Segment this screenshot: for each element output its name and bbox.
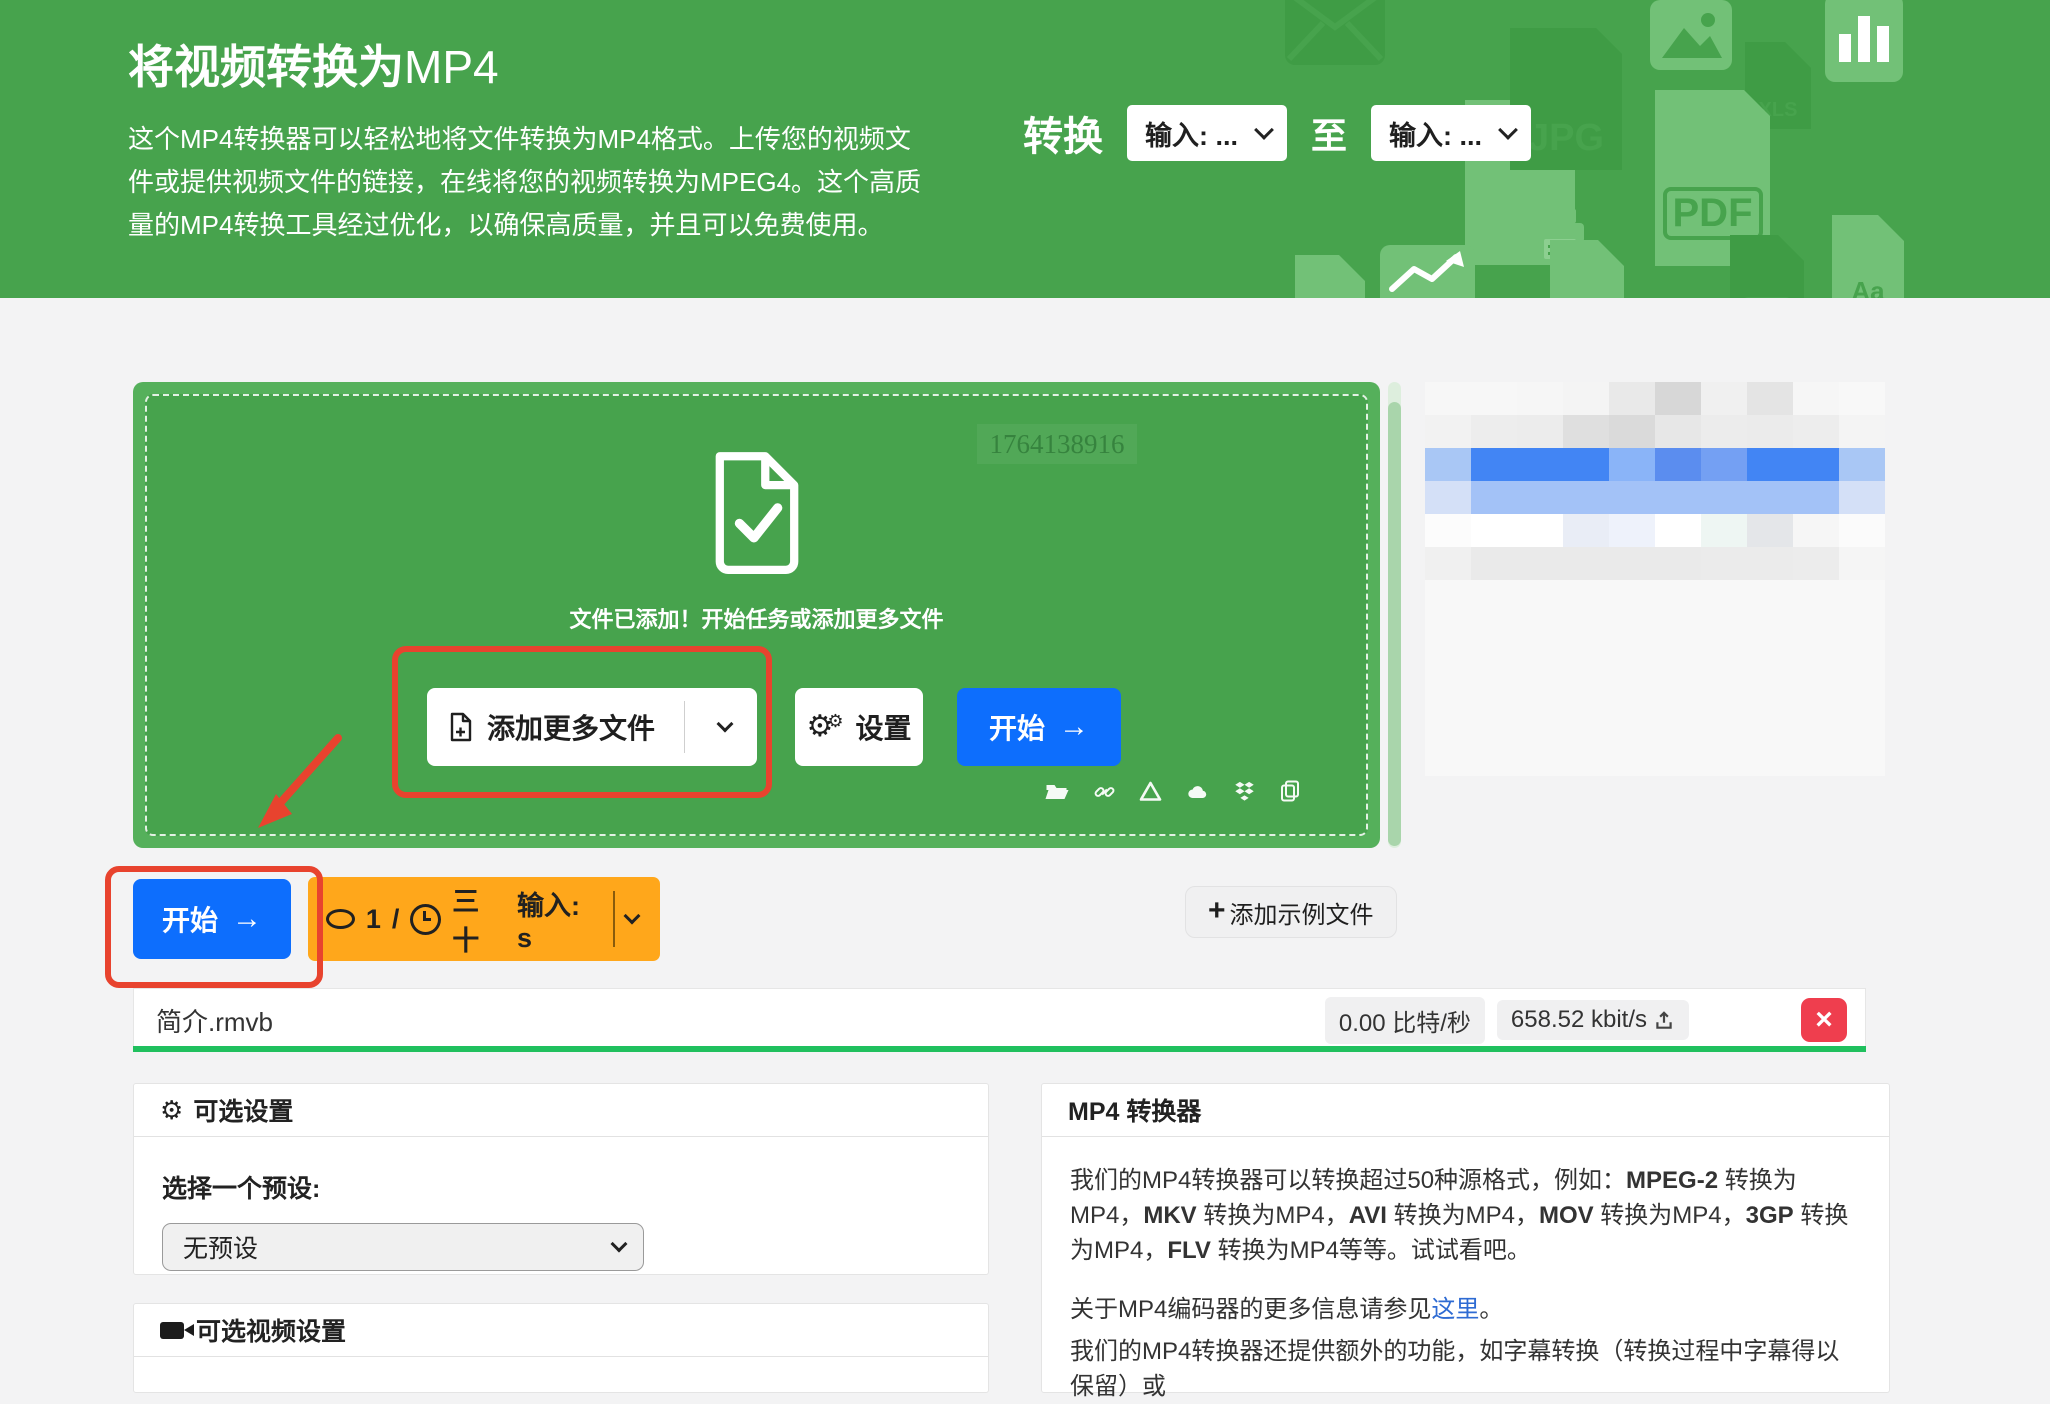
paste-copy-icon[interactable] [1278,779,1302,804]
chevron-down-icon [717,716,734,733]
converter-info-paragraph: 我们的MP4转换器可以转换超过50种源格式，例如：MPEG-2 转换为MP4，M… [1070,1163,1861,1268]
convert-bar: 转换 输入: ... 至 输入: ... [1023,104,1531,162]
input-format-select[interactable]: 输入: ... [1127,105,1287,161]
upload-status-text: 文件已添加！开始任务或添加更多文件 [147,602,1366,634]
dropzone-dashed-border: 1764138916 文件已添加！开始任务或添加更多文件 添加更多文件 ⚙⚙ 设… [145,394,1368,836]
optional-settings-header: ⚙ 可选设置 [134,1084,988,1137]
total-bitrate-badge: 658.52 kbit/s [1497,1000,1689,1040]
file-row: 简介.rmvb 0.00 比特/秒 658.52 kbit/s × [133,988,1866,1052]
file-added-check-icon [709,450,805,579]
picture-icon [1650,0,1732,70]
png-file-icon: PNG [1295,255,1365,298]
add-more-dropdown-toggle[interactable] [699,688,751,766]
folder-open-icon[interactable] [1044,780,1071,804]
output-format-select[interactable]: 输入: ... [1371,105,1531,161]
clock-icon [410,904,441,935]
gears-icon: ⚙⚙ [806,712,843,742]
convert-label: 转换 [1023,104,1103,162]
preset-select[interactable]: 无预设 [162,1223,644,1271]
scrollbar-thumb[interactable] [1388,402,1401,846]
docx-file-icon: DOCX [1550,240,1624,298]
conversion-minutes: 三十 [452,880,506,958]
encoder-info-paragraph: 关于MP4编码器的更多信息请参见这里。 [1070,1292,1861,1327]
scrollbar-track [1388,382,1401,848]
mp4-converter-info-panel: MP4 转换器 我们的MP4转换器可以转换超过50种源格式，例如：MPEG-2 … [1041,1083,1890,1393]
font-file-icon: Aa [1832,215,1904,298]
file-plus-icon [449,712,473,742]
mp4-converter-header: MP4 转换器 [1042,1084,1889,1137]
arrow-right-icon: → [1059,710,1089,744]
page-title: 将视频转换为MP4 [128,37,499,97]
preset-label: 选择一个预设: [162,1169,960,1205]
chevron-down-icon[interactable] [624,908,641,925]
upload-dropzone[interactable]: 1764138916 文件已添加！开始任务或添加更多文件 添加更多文件 ⚙⚙ 设… [133,382,1380,848]
chevron-down-icon [1498,120,1518,140]
settings-button[interactable]: ⚙⚙ 设置 [795,688,923,766]
link-icon[interactable] [1092,780,1117,804]
upload-source-icons [1044,779,1302,804]
onedrive-cloud-icon[interactable] [1184,780,1211,804]
here-link[interactable]: 这里 [1431,1296,1479,1323]
input-seconds-label: 输入: s [517,884,602,954]
video-camera-icon [160,1322,184,1339]
ad-blurred-image [1425,382,1885,580]
chevron-down-icon [1254,120,1274,140]
start-button-bottom[interactable]: 开始 → [133,879,291,959]
google-drive-icon[interactable] [1138,780,1163,804]
gear-icon: ⚙ [160,1097,183,1123]
conversion-counter-pill[interactable]: 1 / 三十 输入: s [308,877,660,961]
arrow-right-icon: → [232,902,262,936]
start-button-top[interactable]: 开始 → [957,688,1121,766]
envelope-icon [1285,0,1385,65]
ad-placeholder [1425,382,1885,776]
watermark: 1764138916 [977,424,1137,464]
file-name: 简介.rmvb [156,1002,273,1039]
conversion-count: 1 [366,904,381,935]
tiff-file-icon: TIFF [1730,235,1804,298]
to-label: 至 [1311,107,1347,159]
remove-file-button[interactable]: × [1801,998,1847,1042]
chevron-down-icon [611,1236,628,1253]
dropbox-icon[interactable] [1232,780,1257,804]
coin-icon [326,909,355,929]
current-bitrate-badge: 0.00 比特/秒 [1325,997,1485,1044]
optional-video-settings-header: 可选视频设置 [134,1304,988,1357]
upload-icon [1653,1009,1675,1031]
add-more-files-button[interactable]: 添加更多文件 [427,688,757,766]
extra-features-paragraph: 我们的MP4转换器还提供额外的功能，如字幕转换（转换过程中字幕得以保留）或 [1070,1334,1861,1404]
optional-settings-panel: ⚙ 可选设置 选择一个预设: 无预设 [133,1083,989,1275]
add-example-file-button[interactable]: + 添加示例文件 [1185,886,1397,938]
upload-progress-bar [133,1046,1866,1052]
hero-header: JPG XLS PDF PNG DOCX TIFF Aa 将视频转换为MP4 这… [0,0,2050,298]
optional-video-settings-panel: 可选视频设置 [133,1303,989,1393]
plus-icon: + [1208,894,1226,928]
bar-chart-icon [1825,0,1903,82]
line-chart-icon [1380,245,1475,298]
page-description: 这个MP4转换器可以轻松地将文件转换为MP4格式。上传您的视频文 件或提供视频文… [128,118,921,247]
